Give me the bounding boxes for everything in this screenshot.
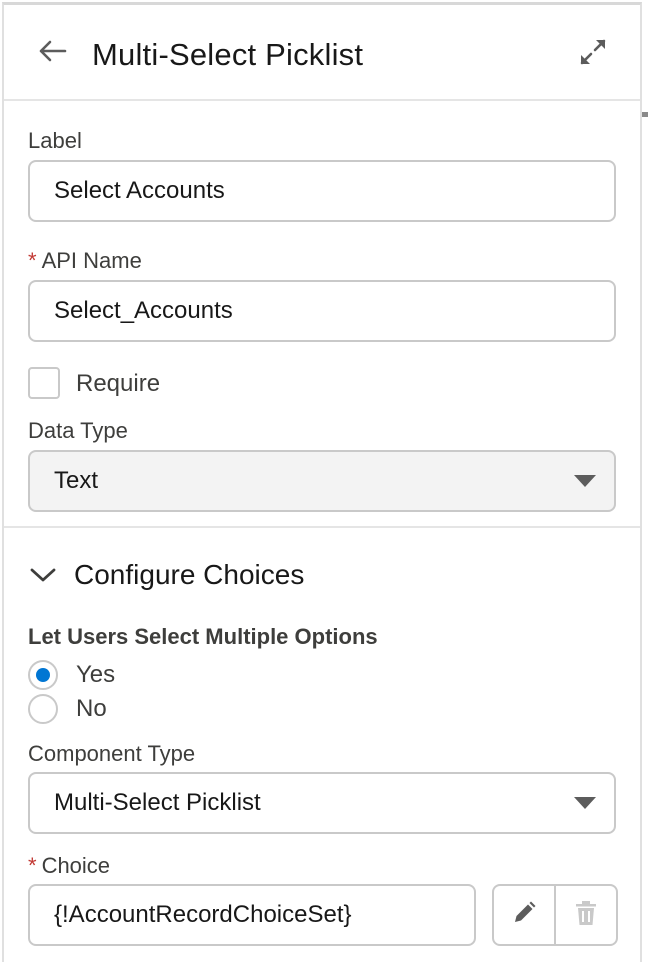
- radio-button: [28, 660, 58, 690]
- scrollbar-thumb[interactable]: [642, 112, 648, 117]
- edit-choice-button[interactable]: [494, 886, 554, 944]
- choice-actions: [492, 884, 618, 946]
- radio-no-label: No: [76, 695, 107, 722]
- panel-title: Multi-Select Picklist: [92, 37, 364, 72]
- section-title: Configure Choices: [74, 559, 305, 590]
- require-checkbox-label: Require: [76, 370, 161, 397]
- delete-choice-button[interactable]: [554, 886, 616, 944]
- expand-button[interactable]: [576, 37, 610, 71]
- radio-yes-label: Yes: [76, 661, 116, 688]
- back-button[interactable]: [34, 35, 70, 71]
- multi-select-group-label: Let Users Select Multiple Options: [28, 624, 378, 649]
- arrow-left-icon: [37, 39, 67, 68]
- chevron-down-icon: [28, 560, 58, 590]
- configure-choices-toggle[interactable]: Configure Choices: [28, 555, 304, 595]
- component-type-select[interactable]: Multi-Select Picklist: [28, 772, 616, 834]
- pencil-icon: [511, 900, 537, 931]
- data-type-select-value: Text: [54, 467, 99, 494]
- caret-down-icon: [574, 797, 596, 809]
- choice-field-label: * Choice: [28, 852, 110, 880]
- api-name-label-text: API Name: [41, 248, 142, 273]
- section-divider: [4, 526, 640, 528]
- radio-button: [28, 694, 58, 724]
- radio-no[interactable]: No: [28, 692, 107, 726]
- data-type-select[interactable]: Text: [28, 450, 616, 512]
- label-field-label: Label: [28, 128, 82, 153]
- trash-icon: [574, 900, 598, 931]
- component-type-select-value: Multi-Select Picklist: [54, 789, 261, 816]
- radio-yes[interactable]: Yes: [28, 658, 115, 692]
- require-checkbox[interactable]: [28, 367, 60, 399]
- data-type-field-label: Data Type: [28, 418, 128, 443]
- required-marker: *: [28, 248, 37, 273]
- required-marker: *: [28, 853, 37, 878]
- expand-icon: [579, 38, 607, 71]
- api-name-input[interactable]: Select_Accounts: [28, 280, 616, 342]
- component-type-field-label: Component Type: [28, 741, 196, 766]
- label-input-value: Select Accounts: [54, 177, 225, 204]
- panel-header: Multi-Select Picklist: [4, 5, 640, 101]
- choice-input[interactable]: {!AccountRecordChoiceSet}: [28, 884, 476, 946]
- choice-input-value: {!AccountRecordChoiceSet}: [54, 901, 352, 928]
- api-name-field-label: * API Name: [28, 247, 142, 275]
- properties-panel: Multi-Select Picklist Label Select Accou…: [2, 2, 642, 962]
- caret-down-icon: [574, 475, 596, 487]
- api-name-input-value: Select_Accounts: [54, 297, 233, 324]
- choice-label-text: Choice: [41, 853, 111, 878]
- label-input[interactable]: Select Accounts: [28, 160, 616, 222]
